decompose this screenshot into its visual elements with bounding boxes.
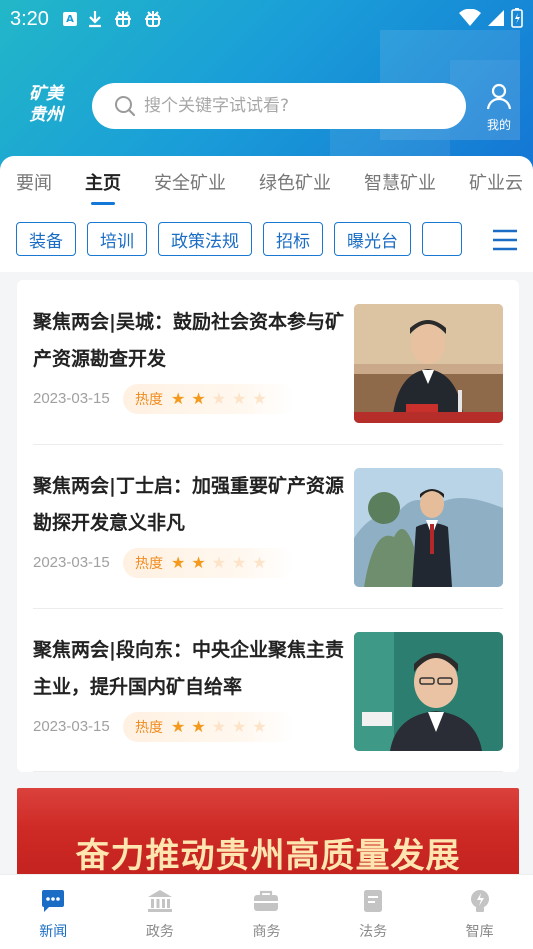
chip-more[interactable] [422, 222, 462, 256]
news-list: 聚焦两会|吴城：鼓励社会资本参与矿产资源勘查开发 2023-03-15 热度 ★… [17, 280, 519, 772]
star-icon: ★ [252, 553, 267, 572]
nav-think-tank[interactable]: 智库 [426, 875, 533, 949]
chip-training[interactable]: 培训 [87, 222, 147, 256]
logo-line: 贵州 [29, 105, 63, 125]
news-title: 聚焦两会|丁士启：加强重要矿产资源勘探开发意义非凡 [33, 475, 344, 534]
tab-smart-mining[interactable]: 智慧矿业 [364, 169, 436, 195]
notification-app-icon: A [62, 12, 77, 26]
document-icon [364, 890, 383, 912]
nav-government[interactable]: 政务 [107, 875, 214, 949]
star-icon: ★ [191, 553, 206, 572]
news-title: 聚焦两会|段向东：中央企业聚焦主责主业，提升国内矿自给率 [33, 639, 344, 698]
status-bar: 3:20 A [0, 0, 533, 38]
star-icon: ★ [171, 389, 186, 408]
logo-line: 矿美 [29, 84, 63, 104]
divider [33, 771, 503, 772]
nav-business[interactable]: 商务 [213, 875, 320, 949]
star-icon: ★ [191, 717, 206, 736]
nav-legal[interactable]: 法务 [320, 875, 427, 949]
star-icon: ★ [232, 389, 247, 408]
menu-button[interactable] [477, 214, 533, 266]
chip-policy[interactable]: 政策法规 [158, 222, 252, 256]
bug-icon [114, 11, 131, 27]
news-thumbnail [354, 632, 503, 751]
category-tabs: 要闻 主页 安全矿业 绿色矿业 智慧矿业 矿业云 [0, 156, 533, 208]
tab-safe-mining[interactable]: 安全矿业 [154, 169, 226, 195]
nav-label: 新闻 [39, 924, 68, 940]
heat-rating: 热度 ★ ★ ★ ★ ★ [123, 384, 295, 414]
chip-exposure[interactable]: 曝光台 [334, 222, 411, 256]
search-input[interactable] [144, 96, 444, 116]
banner-shine [17, 788, 519, 828]
search-bar[interactable] [92, 83, 466, 129]
star-icon: ★ [232, 717, 247, 736]
news-date: 2023-03-15 [33, 718, 110, 735]
bottom-navigation: 新闻 政务 商务 法务 智库 [0, 874, 533, 949]
user-icon [486, 83, 512, 110]
lightbulb-icon [470, 890, 489, 912]
app-header: 3:20 A 矿美 贵州 我的 [0, 0, 533, 180]
profile-label: 我的 [486, 118, 511, 132]
heat-rating: 热度 ★ ★ ★ ★ ★ [123, 548, 295, 578]
wifi-icon [459, 9, 481, 26]
star-icon: ★ [171, 553, 186, 572]
status-time: 3:20 [10, 7, 49, 30]
battery-icon [511, 8, 523, 28]
news-thumbnail [354, 304, 503, 423]
hamburger-menu-icon [493, 229, 517, 251]
tab-home[interactable]: 主页 [85, 169, 121, 205]
news-item[interactable]: 聚焦两会|段向东：中央企业聚焦主责主业，提升国内矿自给率 2023-03-15 … [33, 608, 503, 752]
star-icon: ★ [252, 717, 267, 736]
heat-label: 热度 [135, 720, 163, 736]
star-icon: ★ [211, 553, 227, 572]
tab-headlines[interactable]: 要闻 [16, 169, 52, 195]
star-icon: ★ [211, 717, 227, 736]
news-thumbnail [354, 468, 503, 587]
search-icon [115, 96, 136, 117]
tab-green-mining[interactable]: 绿色矿业 [259, 169, 331, 195]
tab-mining-cloud[interactable]: 矿业云 [469, 169, 523, 195]
star-icon: ★ [232, 553, 247, 572]
heat-label: 热度 [135, 392, 163, 408]
nav-label: 商务 [252, 924, 281, 940]
banner-text: 奋力推动贵州高质量发展 [75, 836, 461, 876]
star-icon: ★ [211, 389, 227, 408]
news-date: 2023-03-15 [33, 390, 110, 407]
star-icon: ★ [171, 717, 186, 736]
news-date: 2023-03-15 [33, 554, 110, 571]
news-item[interactable]: 聚焦两会|丁士启：加强重要矿产资源勘探开发意义非凡 2023-03-15 热度 … [33, 444, 503, 588]
app-logo: 矿美 贵州 [24, 84, 68, 126]
nav-label: 法务 [359, 924, 388, 940]
bug-icon [144, 11, 161, 27]
download-icon [88, 11, 101, 28]
chip-tender[interactable]: 招标 [263, 222, 323, 256]
heat-rating: 热度 ★ ★ ★ ★ ★ [123, 712, 295, 742]
news-icon [42, 890, 65, 912]
star-icon: ★ [191, 389, 206, 408]
government-icon [147, 890, 172, 912]
briefcase-icon [254, 890, 279, 911]
nav-label: 智库 [465, 924, 494, 940]
signal-icon [488, 10, 504, 26]
chip-equipment[interactable]: 装备 [16, 222, 76, 256]
news-title: 聚焦两会|吴城：鼓励社会资本参与矿产资源勘查开发 [33, 311, 344, 370]
star-icon: ★ [252, 389, 267, 408]
profile-button[interactable]: 我的 [480, 82, 518, 133]
promo-banner[interactable]: 奋力推动贵州高质量发展 [17, 788, 519, 878]
nav-news[interactable]: 新闻 [0, 875, 107, 949]
quick-filter-bar: 装备 培训 政策法规 招标 曝光台 [0, 208, 533, 272]
nav-label: 政务 [145, 924, 174, 940]
news-item[interactable]: 聚焦两会|吴城：鼓励社会资本参与矿产资源勘查开发 2023-03-15 热度 ★… [33, 280, 503, 424]
heat-label: 热度 [135, 556, 163, 572]
